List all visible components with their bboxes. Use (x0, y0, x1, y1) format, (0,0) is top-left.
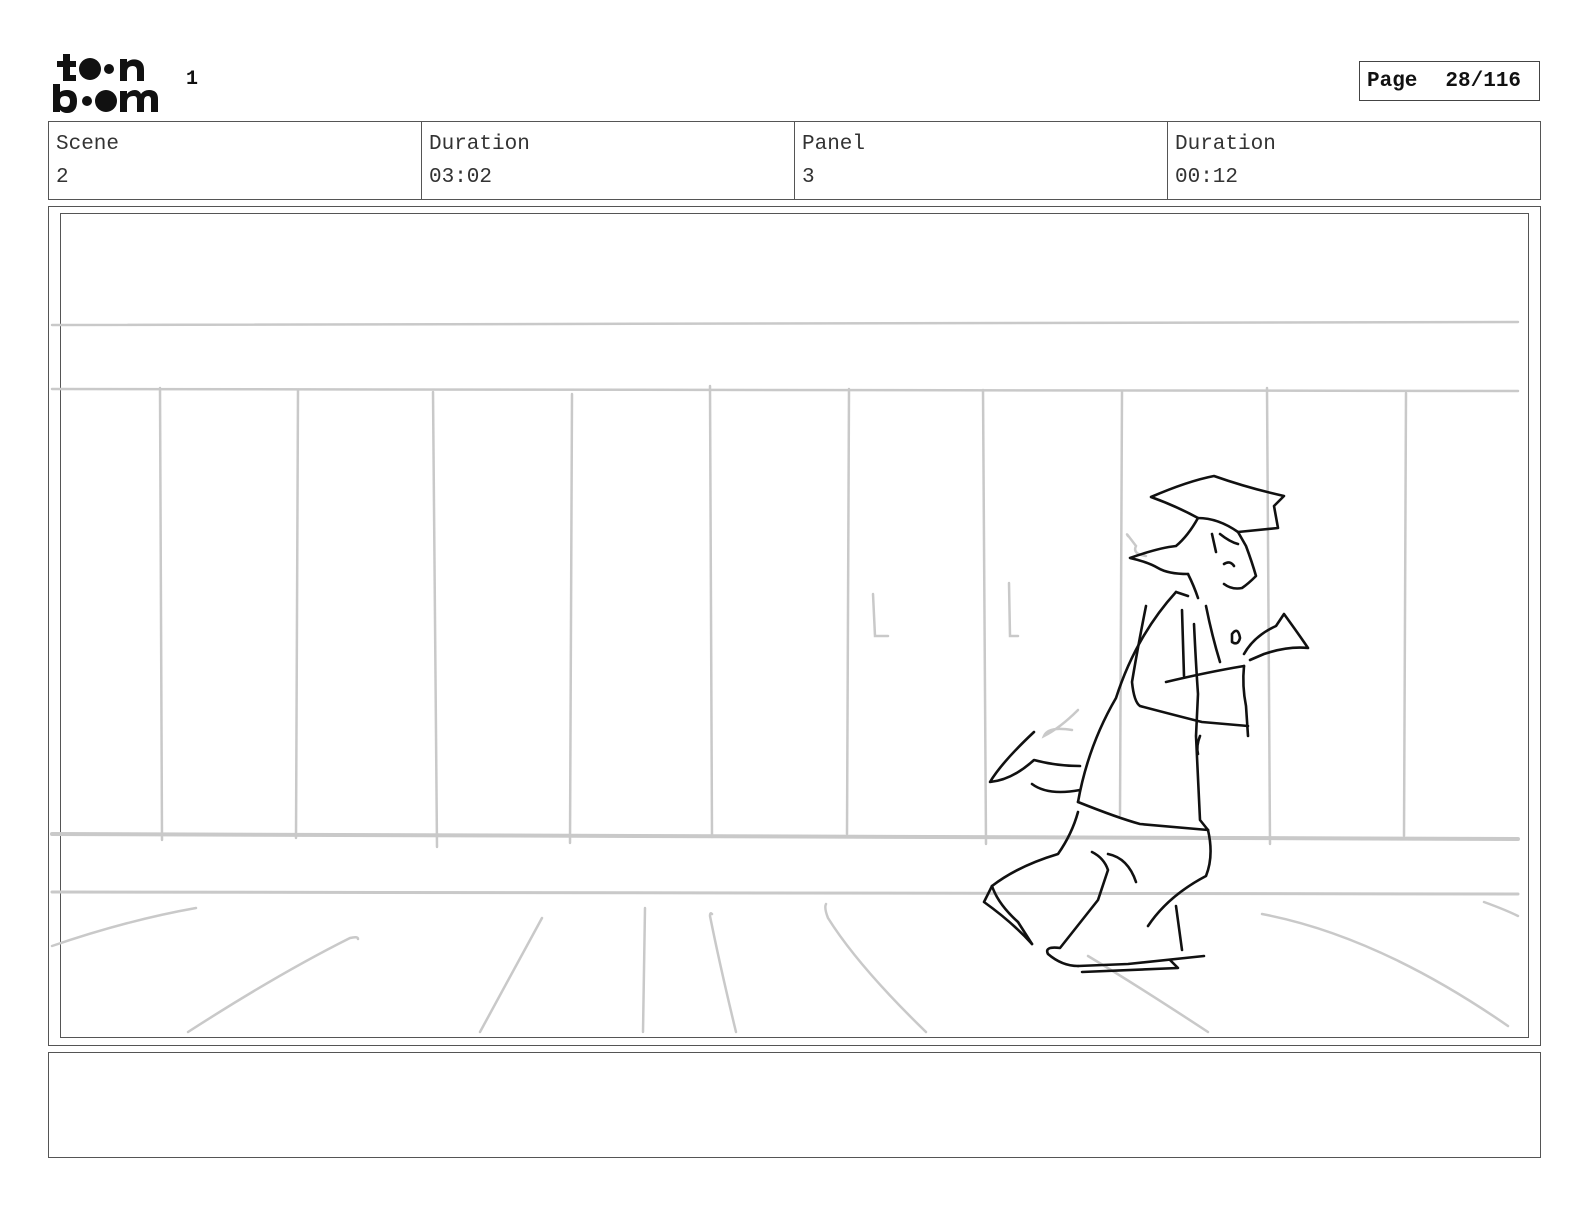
panel-label: Panel (802, 133, 866, 156)
scene-duration-value: 03:02 (429, 166, 493, 189)
scene-value: 2 (56, 166, 69, 189)
character-sketch (982, 474, 1310, 974)
scene-info-table: Scene 2 Duration 03:02 Panel 3 Duration … (48, 121, 1541, 200)
storyboard-sketch (50, 320, 1520, 1034)
board-number: 1 (186, 68, 199, 91)
toon-boom-logo-mark (53, 54, 158, 113)
scene-label: Scene (56, 133, 120, 156)
panel-duration-cell: Duration 00:12 (1168, 122, 1540, 199)
panel-duration-label: Duration (1175, 133, 1276, 156)
page-indicator: Page 28/116 (1359, 61, 1540, 101)
panel-notes-box (48, 1052, 1541, 1158)
scene-cell: Scene 2 (49, 122, 422, 199)
scene-duration-cell: Duration 03:02 (422, 122, 795, 199)
panel-cell: Panel 3 (795, 122, 1168, 199)
toon-boom-logo (50, 50, 170, 114)
panel-value: 3 (802, 166, 815, 189)
page-value: 28/116 (1445, 69, 1522, 93)
panel-duration-value: 00:12 (1175, 166, 1239, 189)
background-layout-lines (50, 320, 1520, 1034)
scene-duration-label: Duration (429, 133, 530, 156)
page-label: Page (1367, 69, 1418, 93)
